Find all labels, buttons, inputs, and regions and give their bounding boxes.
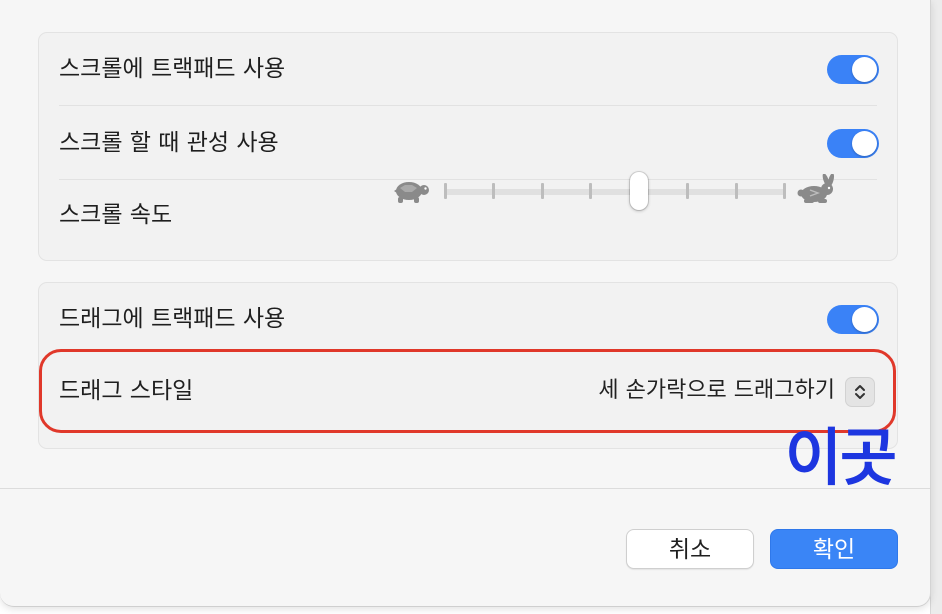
footer-divider (0, 488, 930, 489)
slider-tick (734, 183, 738, 199)
trackpad-scroll-toggle[interactable] (827, 55, 879, 84)
toggle-knob (852, 307, 877, 332)
drag-style-label: 드래그 스타일 (59, 378, 194, 404)
trackpad-drag-toggle[interactable] (827, 305, 879, 334)
slider-tick (492, 183, 496, 199)
toggle-knob (852, 57, 877, 82)
drag-style-popup-button[interactable] (845, 377, 875, 407)
drag-style-row: 드래그 스타일 세 손가락으로 드래그하기 (39, 355, 897, 427)
inertia-row: 스크롤 할 때 관성 사용 (39, 107, 897, 179)
turtle-icon (394, 182, 429, 203)
slider-tick (783, 183, 786, 199)
slider-tick (540, 183, 544, 199)
trackpad-drag-label: 드래그에 트랙패드 사용 (59, 306, 286, 332)
inertia-toggle[interactable] (827, 129, 879, 158)
scroll-speed-label: 스크롤 속도 (59, 202, 173, 228)
slider-tick (686, 183, 690, 199)
cancel-button[interactable]: 취소 (626, 529, 754, 569)
scroll-settings-group: 스크롤에 트랙패드 사용 스크롤 할 때 관성 사용 스크롤 속도 (38, 32, 898, 261)
drag-settings-group: 드래그에 트랙패드 사용 드래그 스타일 세 손가락으로 드래그하기 (38, 282, 898, 449)
trackpad-options-dialog: 스크롤에 트랙패드 사용 스크롤 할 때 관성 사용 스크롤 속도 드래그에 트… (0, 0, 931, 607)
slider-tick (589, 183, 593, 199)
ok-button[interactable]: 확인 (770, 529, 898, 569)
drag-style-value[interactable]: 세 손가락으로 드래그하기 (598, 355, 835, 427)
inertia-label: 스크롤 할 때 관성 사용 (59, 130, 279, 156)
annotation-label: 이곳 (785, 421, 897, 494)
scroll-speed-slider[interactable] (390, 170, 840, 214)
divider (59, 105, 877, 106)
slider-tick (444, 183, 447, 199)
trackpad-drag-row: 드래그에 트랙패드 사용 (39, 283, 897, 355)
rabbit-icon (797, 174, 835, 203)
background-window-edge (930, 0, 942, 614)
trackpad-scroll-label: 스크롤에 트랙패드 사용 (59, 56, 286, 82)
toggle-knob (852, 131, 877, 156)
chevron-up-down-icon (855, 385, 865, 399)
slider-thumb[interactable] (630, 172, 649, 210)
trackpad-scroll-row: 스크롤에 트랙패드 사용 (39, 33, 897, 105)
